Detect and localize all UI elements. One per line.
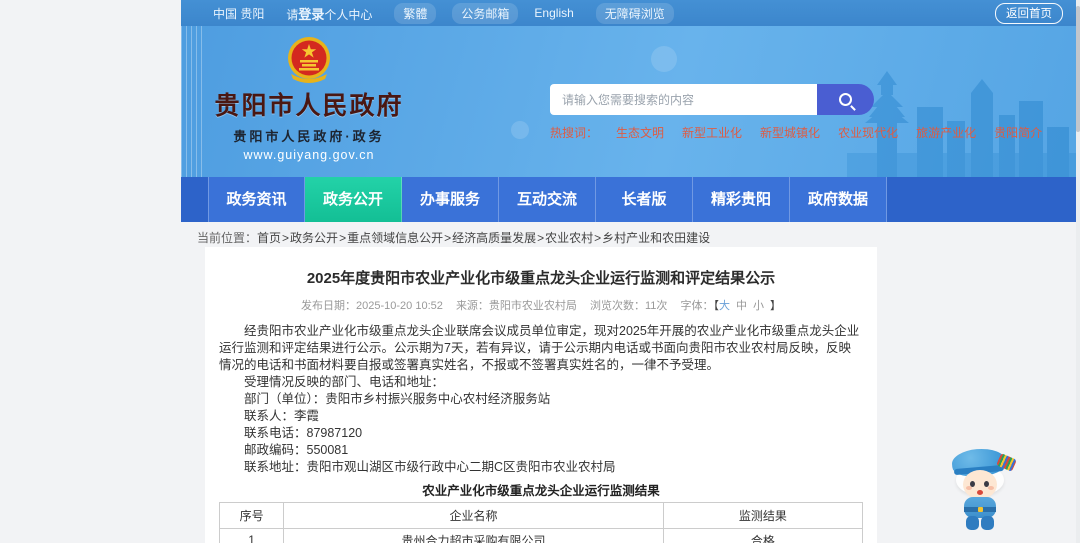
font-size-label: 字体： (680, 300, 714, 312)
scrollbar-thumb[interactable] (1076, 6, 1080, 132)
search-icon (839, 93, 852, 106)
scrollbar-track[interactable] (1076, 0, 1080, 543)
hot-word-1[interactable]: 新型工业化 (682, 124, 742, 141)
breadcrumb-label: 当前位置： (197, 231, 258, 245)
header-cell-company: 企业名称 (283, 502, 664, 529)
breadcrumb-zhongdian-lingyu[interactable]: 重点领域信息公开 (347, 231, 443, 245)
nav-item-zhengfu-shuju[interactable]: 政府数据 (790, 177, 887, 222)
breadcrumb-separator: > (537, 231, 545, 245)
mascot-leg (981, 516, 994, 530)
breadcrumb-zhengwu-gongkai[interactable]: 政务公开 (290, 231, 338, 245)
mascot-mouth (977, 490, 983, 495)
breadcrumb-separator: > (339, 231, 347, 245)
mascot-face (963, 470, 997, 499)
font-size-medium-button[interactable]: 中 (736, 300, 747, 312)
login-text-post: 个人中心 (324, 7, 373, 22)
hot-word-3[interactable]: 农业现代化 (838, 124, 898, 141)
nav-item-jingcai-guiyang[interactable]: 精彩贵阳 (693, 177, 790, 222)
paragraph-announcement: 经贵阳市农业产业化市级重点龙头企业联席会议成员单位审定，现对2025年开展的农业… (219, 324, 860, 372)
link-login-personal-center[interactable]: 请登录个人中心 (286, 4, 372, 23)
national-emblem-icon (288, 37, 330, 83)
nav-item-zhangzheban[interactable]: 长者版 (596, 177, 693, 222)
bokeh-circle (651, 46, 677, 72)
font-size-large-button[interactable]: 大 (719, 300, 730, 312)
hot-search-row: 热搜词： 生态文明 新型工业化 新型城镇化 农业现代化 旅游产业化 贵阳简介 (550, 124, 1060, 141)
table-header-row: 序号 企业名称 监测结果 (218, 502, 864, 529)
site-column: 中国 贵阳 请登录个人中心 繁體 公务邮箱 English 无障碍浏览 返回首页 (181, 0, 1077, 222)
hot-word-2[interactable]: 新型城镇化 (760, 124, 820, 141)
mascot-cheek (966, 486, 972, 490)
breadcrumb-separator: > (594, 231, 602, 245)
link-official-mail[interactable]: 公务邮箱 (452, 2, 519, 24)
hot-word-0[interactable]: 生态文明 (616, 124, 664, 141)
mascot-leg (966, 516, 979, 530)
mascot-cheek (988, 486, 994, 490)
site-url: www.guiyang.gov.cn (243, 148, 375, 162)
nav-item-banshi-fuwu[interactable]: 办事服务 (402, 177, 499, 222)
hot-word-5[interactable]: 贵阳简介 (994, 124, 1042, 141)
site-title: 贵阳市人民政府 (214, 93, 404, 120)
login-text-strong: 登录 (298, 6, 325, 22)
line-contact-person: 联系人：李霞 (244, 409, 320, 423)
article-meta: 发布日期：2025-10-20 10:52 来源：贵阳市农业农村局 浏览次数：1… (219, 297, 863, 313)
breadcrumb-jingji-fazhan[interactable]: 经济高质量发展 (452, 231, 536, 245)
nav-item-hudong-jiaoliu[interactable]: 互动交流 (499, 177, 596, 222)
link-china-guiyang[interactable]: 中国 贵阳 (213, 5, 264, 22)
header-cell-result: 监测结果 (662, 502, 864, 529)
floating-mascot-widget[interactable] (950, 446, 1017, 533)
cell-result: 合格 (662, 528, 864, 543)
breadcrumb: 当前位置：首页>政务公开>重点领域信息公开>经济高质量发展>农业农村>乡村产业和… (197, 229, 710, 246)
header-cell-no: 序号 (218, 502, 285, 529)
breadcrumb-xiangcun-chanye[interactable]: 乡村产业和农田建设 (602, 231, 710, 245)
table-row: 1 贵州合力超市采购有限公司 合格 (218, 528, 864, 543)
site-logo-block[interactable]: 贵阳市人民政府 贵阳市人民政府·政务 www.guiyang.gov.cn (189, 34, 429, 162)
hot-word-4[interactable]: 旅游产业化 (916, 124, 976, 141)
line-department: 部门（单位）：贵阳市乡村振兴服务中心农村经济服务站 (244, 392, 551, 406)
site-banner: 贵阳市人民政府 贵阳市人民政府·政务 www.guiyang.gov.cn 热搜… (181, 26, 1077, 177)
hot-search-label: 热搜词： (550, 126, 599, 140)
line-contact-phone: 联系电话：87987120 (244, 426, 363, 440)
main-navigation: 政务资讯 政务公开 办事服务 互动交流 长者版 精彩贵阳 政府数据 (181, 177, 1077, 222)
nav-item-zhengwu-zixun[interactable]: 政务资讯 (208, 177, 305, 222)
link-accessibility[interactable]: 无障碍浏览 (595, 2, 674, 24)
site-subtitle: 贵阳市人民政府·政务 (233, 129, 385, 144)
publish-date: 发布日期：2025-10-20 10:52 (301, 300, 443, 312)
cell-company: 贵州合力超市采购有限公司 (283, 528, 664, 543)
breadcrumb-separator: > (444, 231, 452, 245)
login-text-pre: 请 (286, 7, 299, 22)
view-count: 浏览次数：11次 (590, 300, 668, 312)
top-utility-bar: 中国 贵阳 请登录个人中心 繁體 公务邮箱 English 无障碍浏览 返回首页 (181, 0, 1077, 26)
search-bar (550, 84, 874, 115)
monitoring-result-table: 序号 企业名称 监测结果 1 贵州合力超市采购有限公司 合格 2 贵州友禾种业有… (218, 502, 864, 543)
article-source: 来源：贵阳市农业农村局 (455, 300, 577, 312)
line-contact-address: 联系地址：贵阳市观山湖区市级行政中心二期C区贵阳市农业农村局 (244, 460, 616, 474)
bracket-close: 】 (769, 300, 781, 312)
article-card: 2025年度贵阳市农业产业化市级重点龙头企业运行监测和评定结果公示 发布日期：2… (205, 247, 877, 543)
article-title: 2025年度贵阳市农业产业化市级重点龙头企业运行监测和评定结果公示 (306, 270, 776, 287)
paragraph-acceptance: 受理情况反映的部门、电话和地址： (244, 375, 445, 389)
breadcrumb-nongye-nongcun[interactable]: 农业农村 (545, 231, 593, 245)
font-size-small-button[interactable]: 小 (753, 300, 764, 312)
link-traditional-chinese[interactable]: 繁體 (394, 2, 437, 24)
article-body: 经贵阳市农业产业化市级重点龙头企业联席会议成员单位审定，现对2025年开展的农业… (219, 323, 863, 476)
cell-no: 1 (218, 528, 285, 543)
mascot-belt-buckle (978, 507, 983, 512)
breadcrumb-separator: > (282, 231, 290, 245)
search-input[interactable] (550, 84, 817, 115)
city-skyline-decoration (847, 71, 1077, 177)
line-postal-code: 邮政编码：550081 (244, 443, 349, 457)
table-caption: 农业产业化市级重点龙头企业运行监测结果 (422, 484, 660, 498)
breadcrumb-home[interactable]: 首页 (257, 231, 281, 245)
back-to-home-button[interactable]: 返回首页 (995, 2, 1063, 24)
nav-item-zhengwu-gongkai[interactable]: 政务公开 (305, 177, 402, 222)
bokeh-circle (511, 121, 529, 139)
link-english[interactable]: English (534, 6, 573, 20)
search-button[interactable] (817, 84, 874, 115)
